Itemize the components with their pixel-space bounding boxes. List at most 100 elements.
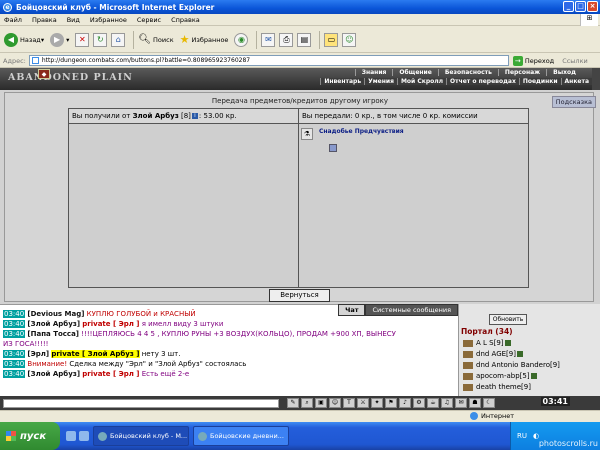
home-icon[interactable]: ⌂ [111,32,126,47]
mail-icon[interactable]: ✉ [261,32,276,47]
tab-system-messages[interactable]: Системные сообщения [365,304,458,316]
chat-input[interactable] [3,398,279,408]
refresh-button[interactable]: Обновить [489,314,527,325]
back-to-game-button[interactable]: Вернуться [269,289,330,302]
stop-icon[interactable]: ✕ [75,32,90,47]
language-indicator[interactable]: RU [517,432,527,440]
item-info-icon[interactable] [329,144,337,152]
filter-icon[interactable]: ⌕ [301,398,313,408]
player-item[interactable]: dnd Antonio Bandero[9] [463,361,560,369]
clear-icon[interactable]: ✎ [287,398,299,408]
info-icon[interactable] [504,340,511,346]
desktop-icon[interactable] [79,431,89,441]
nav-profile[interactable]: Анкета [560,78,592,85]
nav-inventory[interactable]: Инвентарь [320,78,364,85]
nav-knowledge[interactable]: Знания [354,69,393,76]
favorites-label: Избранное [191,35,229,44]
person-icon[interactable]: ☗ [469,398,481,408]
info-icon[interactable] [516,351,523,357]
close-button[interactable]: × [587,1,598,12]
chat-alert: Внимание! [27,360,68,368]
chat-nick[interactable]: [Эрл] [27,350,49,358]
menu-favorites[interactable]: Избранное [90,16,127,24]
back-button[interactable]: ◀ Назад ▾ [4,32,44,47]
chat-nick[interactable]: [Devious Mag] [27,310,84,318]
print-icon[interactable]: ⎙ [279,32,294,47]
info-icon[interactable]: i [191,113,198,119]
links-label[interactable]: Ссылки [562,57,588,65]
refresh-icon[interactable]: ↻ [93,32,108,47]
nav-communication[interactable]: Общение [392,69,437,76]
music-icon[interactable]: ♫ [441,398,453,408]
chat-time: 03:40 [3,360,26,368]
window-controls: _ □ × [563,1,598,12]
media-icon[interactable]: ◉ [234,32,249,47]
nav-exit[interactable]: Выход [546,69,582,76]
start-button[interactable]: пуск [0,422,60,450]
menu-bar: Файл Правка Вид Избранное Сервис Справка… [0,14,600,26]
star-icon: ★ [179,33,190,46]
search-button[interactable]: 🔍︎ Поиск [138,34,173,45]
nav-my-scroll[interactable]: Мой Скролл [396,78,446,85]
trade-item[interactable]: ⚗ Снадобье Предчувствия [301,128,404,140]
chat-private[interactable]: private [ Злой Арбуз ] [51,350,140,358]
ie-icon[interactable] [66,431,76,441]
nav-security[interactable]: Безопасность [437,69,498,76]
nav-skills[interactable]: Умения [364,78,397,85]
nav-character[interactable]: Персонаж [497,69,546,76]
favorites-button[interactable]: ★ Избранное [180,33,229,46]
forward-button[interactable]: ▶ ▾ [50,32,69,47]
task-diaries[interactable]: Бойцовские дневни... [193,426,289,446]
book-icon[interactable]: ✉ [455,398,467,408]
chat-private[interactable]: private [ Эрл ] [82,370,139,378]
menu-file[interactable]: Файл [4,16,22,24]
attack-icon[interactable]: ⚔ [357,398,369,408]
chat-nick[interactable]: [Злой Арбуз] [27,320,80,328]
chat-text: !!!!ЦЕПЛЯЮСЬ 4 4 5 , КУПЛЮ РУНЫ +3 ВОЗДУ… [81,330,396,338]
tab-chat[interactable]: Чат [338,304,366,316]
game-clock: 03:41 [540,397,570,406]
menu-help[interactable]: Справка [171,16,200,24]
chat-tools: ✎ ⌕ ▣ ☺ Т ⚔ ✦ ⚑ ♪ ⚙ ☕ ♫ ✉ ☗ ☾ [287,398,495,408]
chat-text: ИЗ ГОСА!!!!! [3,340,49,348]
task-combats[interactable]: Бойцовский клуб - M... [93,426,189,446]
search-icon: 🔍︎ [138,34,152,45]
player-item[interactable]: apocom-abp[5] [463,372,537,380]
player-item[interactable]: death theme[9] [463,383,531,391]
nav-fights[interactable]: Поединки [518,78,561,85]
translit-icon[interactable]: Т [343,398,355,408]
chat-private[interactable]: private [ Эрл ] [82,320,139,328]
settings-icon[interactable]: ⚙ [413,398,425,408]
chat-area: Чат Системные сообщения 03:40 [Devious M… [0,304,458,396]
help-button[interactable]: Подсказка [551,96,596,108]
chat-nick[interactable]: [Папа Тосса] [27,330,79,338]
cup-icon[interactable]: ☕ [427,398,439,408]
menu-edit[interactable]: Правка [32,16,57,24]
start-label: пуск [20,430,47,442]
received-from[interactable]: Злой Арбуз [133,112,179,120]
chat-text: Сделка между "Эрл" и "Злой Арбуз" состоя… [69,360,247,368]
window-titlebar[interactable]: e Бойцовский клуб - Microsoft Internet E… [0,0,600,14]
save-icon[interactable]: ▣ [315,398,327,408]
maximize-button[interactable]: □ [575,1,586,12]
nav-transfer-report[interactable]: Отчет о переводах [446,78,519,85]
smiley-icon[interactable]: ☺ [329,398,341,408]
fight-icon[interactable]: ⚑ [385,398,397,408]
menu-tools[interactable]: Сервис [137,16,161,24]
sleep-icon[interactable]: ☾ [483,398,495,408]
info-icon[interactable] [530,373,537,379]
address-input[interactable]: http://dungeon.combats.com/buttons.pl?ba… [28,55,509,66]
chat-time: 03:40 [3,330,26,338]
folder-icon[interactable]: ▭ [324,32,339,47]
messenger-icon[interactable]: ☺ [342,32,357,47]
menu-view[interactable]: Вид [67,16,80,24]
player-item[interactable]: A L S[9] [463,339,511,347]
edit-icon[interactable]: ▤ [297,32,312,47]
walk-icon[interactable]: ✦ [371,398,383,408]
player-item[interactable]: dnd AGE[9] [463,350,523,358]
minimize-button[interactable]: _ [563,1,574,12]
ie-icon [98,431,107,441]
sound-icon[interactable]: ♪ [399,398,411,408]
go-button[interactable]: → Переход [512,55,554,66]
chat-nick[interactable]: [Злой Арбуз] [27,370,80,378]
